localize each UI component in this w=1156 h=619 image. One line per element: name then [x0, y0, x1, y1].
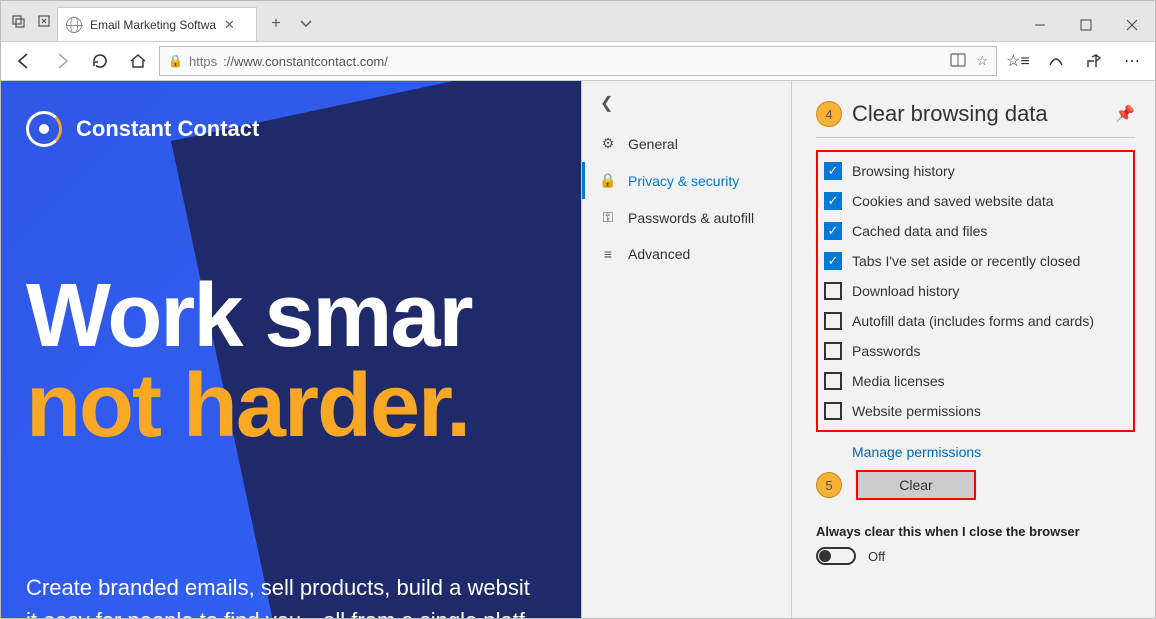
checkbox-icon[interactable]: ✓ — [824, 252, 842, 270]
favorites-button[interactable]: ☆≡ — [1001, 44, 1035, 78]
new-tab-button[interactable]: + — [261, 7, 291, 41]
tab-title: Email Marketing Softwa — [90, 18, 216, 32]
option-website-permissions[interactable]: Website permissions — [822, 396, 1129, 426]
addressbar-right-icons: ☆ — [950, 53, 988, 69]
subtext-line1: Create branded emails, sell products, bu… — [26, 575, 530, 600]
annotation-badge-4: 4 — [816, 101, 842, 127]
share-button[interactable] — [1077, 44, 1111, 78]
checkbox-icon[interactable]: ✓ — [824, 162, 842, 180]
option-label: Cached data and files — [852, 223, 987, 239]
clear-browsing-data-panel: 4 Clear browsing data 📌 ✓ Browsing histor… — [791, 81, 1155, 618]
gear-icon: ⚙ — [600, 135, 616, 152]
headline-line1: Work smar — [26, 271, 472, 361]
option-label: Download history — [852, 283, 959, 299]
tab-menu-icon[interactable] — [291, 7, 321, 41]
always-clear-label: Always clear this when I close the brows… — [816, 524, 1135, 539]
brand-header: Constant Contact — [26, 111, 259, 147]
option-label: Media licenses — [852, 373, 945, 389]
option-cookies[interactable]: ✓ Cookies and saved website data — [822, 186, 1129, 216]
globe-icon — [66, 17, 82, 33]
close-tab-icon[interactable]: ✕ — [224, 17, 235, 33]
option-autofill[interactable]: Autofill data (includes forms and cards) — [822, 306, 1129, 336]
sidebar-item-passwords[interactable]: ⚿ Passwords & autofill — [582, 199, 791, 236]
tab-preview-icon[interactable] — [5, 1, 31, 41]
annotation-badge-5: 5 — [816, 472, 842, 498]
option-media-licenses[interactable]: Media licenses — [822, 366, 1129, 396]
forward-button[interactable] — [45, 44, 79, 78]
checkbox-icon[interactable]: ✓ — [824, 192, 842, 210]
lock-icon: 🔒 — [168, 54, 183, 68]
sidebar-item-general[interactable]: ⚙ General — [582, 125, 791, 162]
option-download-history[interactable]: Download history — [822, 276, 1129, 306]
option-browsing-history[interactable]: ✓ Browsing history — [822, 156, 1129, 186]
checkbox-icon[interactable] — [824, 312, 842, 330]
notes-button[interactable] — [1039, 44, 1073, 78]
more-button[interactable]: ⋯ — [1115, 44, 1149, 78]
window-controls — [1017, 9, 1155, 41]
sidebar-label: Passwords & autofill — [628, 210, 754, 226]
settings-sidebar: ❮ ⚙ General 🔒 Privacy & security ⚿ Passw… — [581, 81, 791, 618]
manage-permissions-link[interactable]: Manage permissions — [816, 440, 1135, 470]
hero-headline: Work smar not harder. — [26, 271, 472, 451]
option-label: Website permissions — [852, 403, 981, 419]
back-button[interactable] — [7, 44, 41, 78]
always-clear-toggle-row: Off — [816, 547, 1135, 565]
maximize-button[interactable] — [1063, 9, 1109, 41]
address-bar: 🔒 https://www.constantcontact.com/ ☆ ☆≡ … — [1, 41, 1155, 81]
browser-window: Email Marketing Softwa ✕ + 🔒 https ://www… — [0, 0, 1156, 619]
option-label: Browsing history — [852, 163, 955, 179]
checkbox-icon[interactable] — [824, 282, 842, 300]
reading-view-icon[interactable] — [950, 53, 966, 69]
panel-header: 4 Clear browsing data 📌 — [816, 101, 1135, 138]
sidebar-item-privacy[interactable]: 🔒 Privacy & security — [582, 162, 791, 199]
brand-name: Constant Contact — [76, 116, 259, 142]
sidebar-label: General — [628, 136, 678, 152]
option-label: Tabs I've set aside or recently closed — [852, 253, 1080, 269]
refresh-button[interactable] — [83, 44, 117, 78]
url-field[interactable]: 🔒 https ://www.constantcontact.com/ ☆ — [159, 46, 997, 76]
sidebar-label: Privacy & security — [628, 173, 739, 189]
tab-controls: + — [257, 7, 325, 41]
hero-subtext: Create branded emails, sell products, bu… — [26, 571, 530, 618]
clear-button-row: 5 Clear — [816, 470, 1135, 500]
settings-back-button[interactable]: ❮ — [582, 81, 791, 125]
headline-line2: not harder. — [26, 361, 472, 451]
home-button[interactable] — [121, 44, 155, 78]
subtext-line2: it easy for people to find you—all from … — [26, 608, 525, 618]
brand-logo-icon — [26, 111, 62, 147]
always-clear-toggle[interactable] — [816, 547, 856, 565]
sliders-icon: ≡ — [600, 246, 616, 262]
option-label: Autofill data (includes forms and cards) — [852, 313, 1094, 329]
toggle-state-label: Off — [868, 549, 885, 564]
pin-icon[interactable]: 📌 — [1115, 104, 1135, 124]
checkbox-icon[interactable] — [824, 342, 842, 360]
clear-options-list: ✓ Browsing history ✓ Cookies and saved web… — [816, 150, 1135, 432]
option-tabs-aside[interactable]: ✓ Tabs I've set aside or recently closed — [822, 246, 1129, 276]
option-passwords[interactable]: Passwords — [822, 336, 1129, 366]
checkbox-icon[interactable] — [824, 372, 842, 390]
checkbox-icon[interactable] — [824, 402, 842, 420]
lock-icon: 🔒 — [600, 172, 616, 189]
sidebar-item-advanced[interactable]: ≡ Advanced — [582, 236, 791, 272]
option-label: Cookies and saved website data — [852, 193, 1054, 209]
panel-title: Clear browsing data — [852, 101, 1048, 127]
tab-system-icons — [1, 1, 57, 41]
set-aside-tabs-icon[interactable] — [31, 1, 57, 41]
sidebar-label: Advanced — [628, 246, 690, 262]
titlebar: Email Marketing Softwa ✕ + — [1, 1, 1155, 41]
clear-button[interactable]: Clear — [856, 470, 976, 500]
url-scheme: https — [189, 54, 217, 69]
checkbox-icon[interactable]: ✓ — [824, 222, 842, 240]
option-label: Passwords — [852, 343, 920, 359]
option-cached-data[interactable]: ✓ Cached data and files — [822, 216, 1129, 246]
browser-tab[interactable]: Email Marketing Softwa ✕ — [57, 7, 257, 41]
favorite-icon[interactable]: ☆ — [976, 53, 988, 69]
url-text: ://www.constantcontact.com/ — [223, 54, 388, 69]
close-window-button[interactable] — [1109, 9, 1155, 41]
key-icon: ⚿ — [600, 209, 616, 226]
minimize-button[interactable] — [1017, 9, 1063, 41]
